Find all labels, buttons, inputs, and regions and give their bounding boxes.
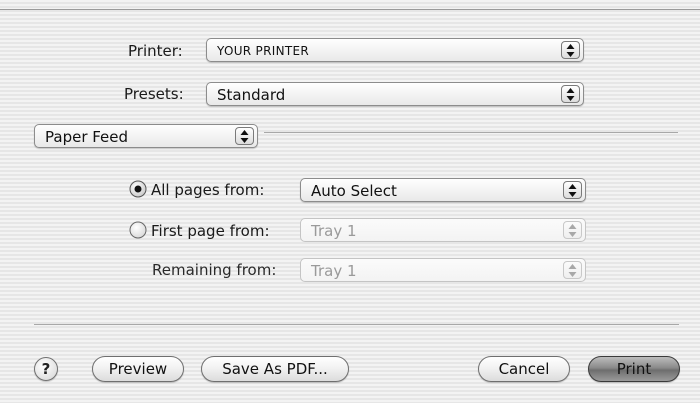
first-page-label: First page from:: [151, 222, 270, 240]
presets-label: Presets:: [124, 85, 184, 103]
panel-value: Paper Feed: [45, 128, 129, 146]
panel-popup[interactable]: Paper Feed: [34, 124, 258, 148]
up-down-arrows-icon: [563, 181, 582, 199]
preview-button[interactable]: Preview: [92, 356, 184, 382]
radio-unselected-icon[interactable]: [129, 221, 147, 239]
printer-value: YOUR PRINTER: [217, 44, 309, 58]
panel-divider: [264, 132, 678, 133]
remaining-value: Tray 1: [311, 262, 357, 280]
up-down-arrows-icon: [563, 261, 582, 279]
first-page-value: Tray 1: [311, 222, 357, 240]
top-divider: [0, 9, 700, 10]
all-pages-popup[interactable]: Auto Select: [300, 178, 586, 202]
printer-label: Printer:: [128, 42, 183, 60]
save-as-pdf-button[interactable]: Save As PDF...: [201, 356, 349, 382]
remaining-label: Remaining from:: [152, 261, 277, 279]
up-down-arrows-icon: [235, 127, 254, 145]
up-down-arrows-icon: [561, 85, 580, 103]
presets-popup[interactable]: Standard: [206, 82, 584, 106]
all-pages-value: Auto Select: [311, 182, 397, 200]
help-button[interactable]: ?: [34, 357, 58, 381]
all-pages-label: All pages from:: [151, 181, 265, 199]
print-button[interactable]: Print: [588, 356, 680, 382]
bottom-divider: [34, 324, 679, 325]
radio-selected-icon[interactable]: [129, 180, 147, 198]
printer-popup[interactable]: YOUR PRINTER: [206, 38, 584, 62]
cancel-button[interactable]: Cancel: [478, 356, 570, 382]
up-down-arrows-icon: [561, 41, 580, 59]
first-page-popup[interactable]: Tray 1: [300, 218, 586, 242]
remaining-popup[interactable]: Tray 1: [300, 258, 586, 282]
up-down-arrows-icon: [563, 221, 582, 239]
presets-value: Standard: [217, 86, 286, 104]
